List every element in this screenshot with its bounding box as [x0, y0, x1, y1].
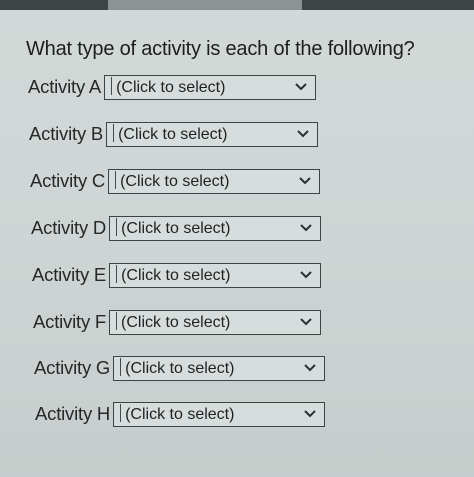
activity-row-h: Activity H (Click to select)	[35, 401, 326, 427]
chevron-down-icon	[299, 317, 313, 327]
activity-select-f-value: (Click to select)	[110, 312, 234, 332]
activity-select-c-value: (Click to select)	[109, 171, 233, 191]
activity-select-g-value: (Click to select)	[114, 358, 238, 378]
chevron-down-icon	[296, 129, 310, 139]
activity-row-a: Activity A (Click to select)	[28, 74, 317, 100]
activity-select-e-value: (Click to select)	[110, 265, 234, 285]
activity-label-f: Activity F	[33, 311, 107, 332]
activity-row-c: Activity C (Click to select)	[30, 168, 321, 194]
activity-row-e: Activity E (Click to select)	[32, 262, 322, 288]
activity-label-g: Activity G	[34, 357, 111, 378]
chevron-down-icon	[303, 409, 317, 419]
activity-select-h-value: (Click to select)	[114, 404, 238, 424]
activity-label-c: Activity C	[30, 170, 106, 191]
activity-select-d[interactable]: (Click to select)	[109, 215, 322, 241]
activity-select-c[interactable]: (Click to select)	[108, 168, 321, 194]
question-panel: What type of activity is each of the fol…	[0, 10, 474, 477]
activity-label-a: Activity A	[28, 76, 102, 97]
activity-select-a[interactable]: (Click to select)	[104, 74, 317, 100]
activity-select-h[interactable]: (Click to select)	[113, 401, 326, 427]
chevron-down-icon	[298, 176, 312, 186]
activity-select-b[interactable]: (Click to select)	[106, 121, 319, 147]
activity-select-f[interactable]: (Click to select)	[109, 309, 322, 335]
activity-label-e: Activity E	[32, 264, 107, 285]
chevron-down-icon	[299, 270, 313, 280]
activity-row-f: Activity F (Click to select)	[33, 309, 322, 335]
activity-label-d: Activity D	[31, 217, 107, 238]
activity-row-g: Activity G (Click to select)	[34, 355, 326, 381]
activity-label-h: Activity H	[35, 403, 111, 424]
chevron-down-icon	[303, 363, 317, 373]
activity-row-b: Activity B (Click to select)	[29, 121, 319, 147]
top-strip-highlight	[108, 0, 302, 10]
activity-select-a-value: (Click to select)	[105, 77, 229, 97]
chevron-down-icon	[294, 82, 308, 92]
activity-select-d-value: (Click to select)	[110, 218, 234, 238]
activity-label-b: Activity B	[29, 123, 104, 144]
activity-select-b-value: (Click to select)	[107, 124, 231, 144]
activity-list: Activity A (Click to select) Activity B …	[0, 10, 474, 477]
activity-row-d: Activity D (Click to select)	[31, 215, 322, 241]
chevron-down-icon	[299, 223, 313, 233]
activity-select-e[interactable]: (Click to select)	[109, 262, 322, 288]
top-window-strip	[0, 0, 474, 10]
activity-select-g[interactable]: (Click to select)	[113, 355, 326, 381]
